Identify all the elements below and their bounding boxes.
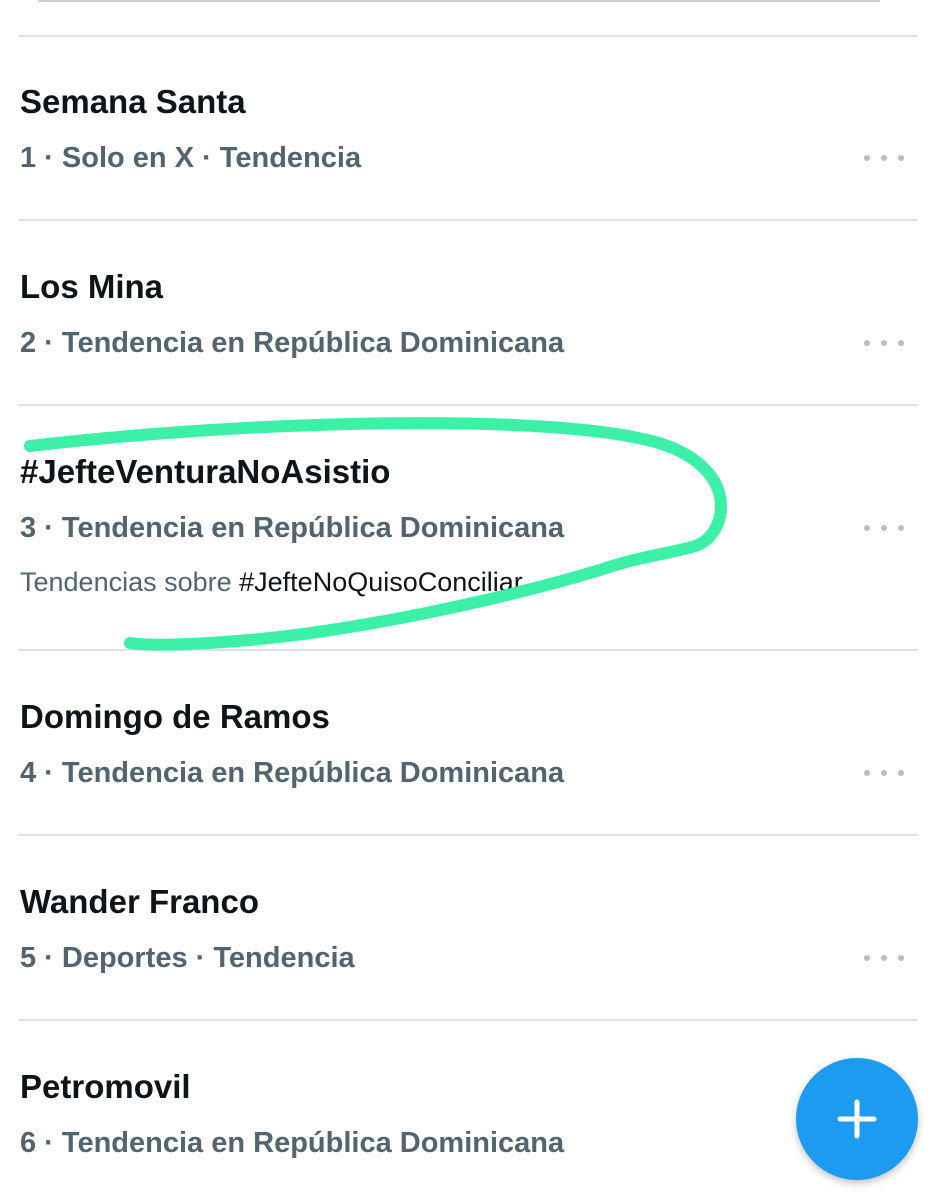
trend-meta: 1 · Solo en X · Tendencia xyxy=(20,142,362,174)
trend-title: Domingo de Ramos xyxy=(20,698,330,735)
trend-title: #JefteVenturaNoAsistio xyxy=(20,453,391,490)
more-horizontal-icon[interactable] xyxy=(864,148,904,168)
compose-button[interactable] xyxy=(796,1058,918,1180)
trend-meta: 2 · Tendencia en República Dominicana xyxy=(20,327,565,359)
trend-meta: 3 · Tendencia en República Dominicana xyxy=(20,512,565,544)
trend-item-4[interactable]: Domingo de Ramos 4 · Tendencia en Repúbl… xyxy=(0,651,938,835)
trend-related: Tendencias sobre #JefteNoQuisoConciliar xyxy=(20,569,523,596)
trend-related-prefix: Tendencias sobre xyxy=(20,567,240,597)
more-horizontal-icon[interactable] xyxy=(864,333,904,353)
trend-title: Semana Santa xyxy=(20,83,246,120)
more-horizontal-icon[interactable] xyxy=(864,763,904,783)
trend-item-1[interactable]: Semana Santa 1 · Solo en X · Tendencia xyxy=(0,36,938,220)
trend-meta: 4 · Tendencia en República Dominicana xyxy=(20,757,565,789)
more-horizontal-icon[interactable] xyxy=(864,518,904,538)
trends-screen: Semana Santa 1 · Solo en X · Tendencia L… xyxy=(0,0,938,1200)
more-horizontal-icon[interactable] xyxy=(864,948,904,968)
trend-title: Petromovil xyxy=(20,1068,191,1105)
trend-meta: 5 · Deportes · Tendencia xyxy=(20,942,355,974)
trend-item-3[interactable]: #JefteVenturaNoAsistio 3 · Tendencia en … xyxy=(0,406,938,650)
trend-title: Los Mina xyxy=(20,268,164,305)
plus-icon xyxy=(837,1099,877,1139)
trend-meta: 6 · Tendencia en República Dominicana xyxy=(20,1127,565,1159)
top-divider xyxy=(38,0,880,2)
trend-related-hashtag[interactable]: #JefteNoQuisoConciliar xyxy=(239,567,523,597)
trend-item-5[interactable]: Wander Franco 5 · Deportes · Tendencia xyxy=(0,836,938,1020)
trend-title: Wander Franco xyxy=(20,883,259,920)
trend-item-2[interactable]: Los Mina 2 · Tendencia en República Domi… xyxy=(0,221,938,405)
